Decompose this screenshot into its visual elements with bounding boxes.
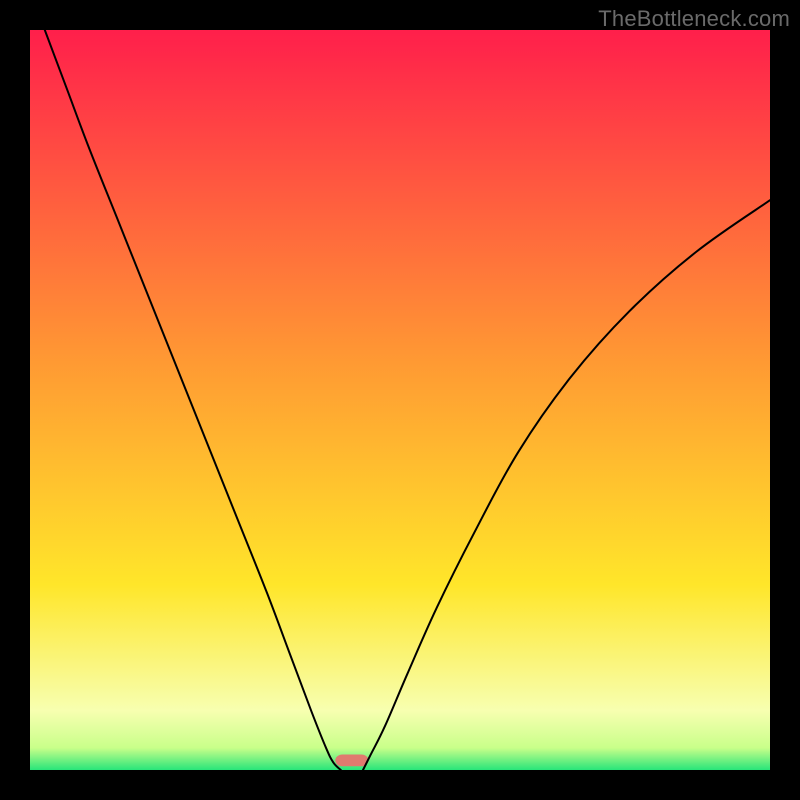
plot-area (30, 30, 770, 770)
curve-minimum-marker (335, 754, 368, 766)
chart-frame: TheBottleneck.com (0, 0, 800, 800)
chart-background (30, 30, 770, 770)
chart-svg (30, 30, 770, 770)
watermark-text: TheBottleneck.com (598, 6, 790, 32)
